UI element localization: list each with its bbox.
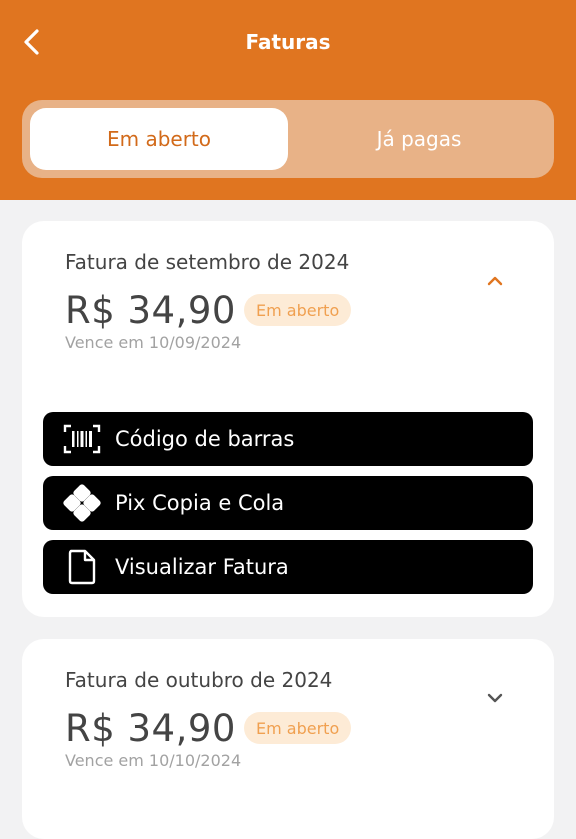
- collapse-button[interactable]: [482, 268, 508, 294]
- app-header: Faturas Em aberto Já pagas: [0, 0, 576, 200]
- tab-em-aberto[interactable]: Em aberto: [30, 108, 288, 170]
- status-badge: Em aberto: [244, 294, 352, 326]
- pix-icon: [63, 484, 101, 522]
- barcode-button-label: Código de barras: [115, 427, 295, 451]
- status-segmented-control: Em aberto Já pagas: [22, 100, 554, 178]
- invoice-amount: R$ 34,90: [65, 289, 236, 332]
- invoice-due-date: Vence em 10/09/2024: [65, 333, 242, 352]
- invoice-card: Fatura de outubro de 2024 R$ 34,90 Em ab…: [22, 639, 554, 839]
- invoice-title: Fatura de setembro de 2024: [65, 250, 350, 274]
- invoice-due-date: Vence em 10/10/2024: [65, 751, 242, 770]
- view-invoice-button-label: Visualizar Fatura: [115, 555, 289, 579]
- chevron-up-icon: [487, 276, 503, 286]
- invoice-amount: R$ 34,90: [65, 707, 236, 750]
- document-icon: [63, 548, 101, 586]
- page-title: Faturas: [245, 30, 331, 54]
- invoice-card: Fatura de setembro de 2024 R$ 34,90 Em a…: [22, 221, 554, 617]
- pix-button-label: Pix Copia e Cola: [115, 491, 285, 515]
- pix-button[interactable]: Pix Copia e Cola: [43, 476, 533, 530]
- view-invoice-button[interactable]: Visualizar Fatura: [43, 540, 533, 594]
- chevron-down-icon: [487, 693, 503, 703]
- barcode-icon: [63, 420, 101, 458]
- barcode-button[interactable]: Código de barras: [43, 412, 533, 466]
- invoice-title: Fatura de outubro de 2024: [65, 668, 333, 692]
- status-badge: Em aberto: [244, 712, 352, 744]
- expand-button[interactable]: [482, 685, 508, 711]
- tab-ja-pagas[interactable]: Já pagas: [290, 108, 548, 170]
